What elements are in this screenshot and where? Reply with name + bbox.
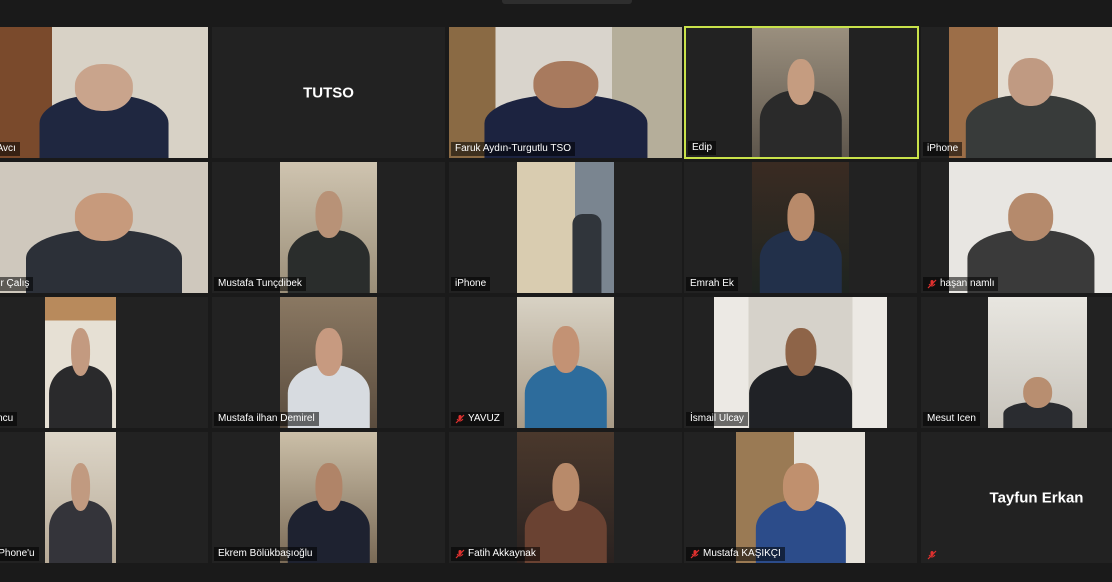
participant-name: iPhone [455,278,487,289]
participant-tile[interactable]: Mustafa KAŞIKÇI [684,432,917,563]
participant-video [752,162,849,293]
participant-video [988,297,1087,428]
participant-tile[interactable]: Mesut Icen [921,297,1112,428]
participant-video [714,297,887,428]
participant-name-label: amer Çalış [0,277,34,291]
participant-name: Mustafa KAŞIKÇI [703,548,781,559]
participant-name: Faruk Aydın-Turgutlu TSO [455,143,571,154]
participant-tile[interactable]: amer Çalış [0,162,208,293]
participant-tile[interactable]: Tayfun Erkan [921,432,1112,563]
participant-video [280,297,377,428]
participant-name: oyuncu [0,413,14,424]
participant-name-label: Mustafa ilhan Demirel [214,412,319,426]
participant-video [752,28,849,157]
participant-name: iPhone [927,143,959,154]
participant-tile[interactable]: Mustafa Tunçdibek [212,162,445,293]
participant-video [517,432,614,563]
participant-tile[interactable]: Fatih Akkaynak [449,432,682,563]
muted-mic-icon [927,279,937,289]
participant-video [0,27,208,158]
participant-name-label: haşan namlı [923,277,999,291]
participant-tile[interactable]: haşan namlı [921,162,1112,293]
participant-tile[interactable]: Faruk Aydın-Turgutlu TSO [449,27,682,158]
participant-name-label: Mesut Icen [923,412,980,426]
participant-name: Mustafa ilhan Demirel [218,413,315,424]
participant-tile[interactable]: Ekrem Bölükbaşıoğlu [212,432,445,563]
participant-video [449,27,682,158]
participant-name: Ekrem Bölükbaşıoğlu [218,548,313,559]
participant-tile[interactable]: zat Avcı [0,27,208,158]
participant-name: Emrah Ek [690,278,734,289]
participant-name-label: Mustafa Tunçdibek [214,277,306,291]
participant-video [517,297,614,428]
participant-name-label [923,549,941,561]
participant-name: amer Çalış [0,278,30,289]
participant-name: Edip [692,142,713,153]
muted-mic-icon [690,549,700,559]
participant-tile[interactable]: Emrah Ek [684,162,917,293]
participant-video [949,162,1112,293]
participant-name: İsmail Ulcay [690,413,744,424]
participant-name-placeholder: TUTSO [303,84,354,101]
participant-tile[interactable]: İsmail Ulcay [684,297,917,428]
participant-name-label: İsmail Ulcay [686,412,748,426]
participant-video [280,432,377,563]
participant-name: Mesut Icen [927,413,976,424]
top-drag-bar[interactable] [502,0,632,4]
participant-video [949,27,1112,158]
participant-tile[interactable]: iPhone [921,27,1112,158]
participant-tile[interactable]: oyuncu [0,297,208,428]
participant-tile[interactable]: TUTSO [212,27,445,158]
participant-name: Fatih Akkaynak [468,548,536,559]
participant-name-label: Edip [688,141,717,155]
participant-name: zat Avcı [0,143,16,154]
participant-video [0,162,208,293]
participant-video [280,162,377,293]
participant-tile[interactable]: YAVUZ [449,297,682,428]
participant-name-label: YAVUZ [451,412,504,426]
muted-mic-icon [455,414,465,424]
participant-name-placeholder: Tayfun Erkan [989,489,1084,506]
participant-tile[interactable]: Mustafa ilhan Demirel [212,297,445,428]
participant-name-label: Ekrem Bölükbaşıoğlu [214,547,317,561]
participant-name-label: oyuncu [0,412,18,426]
participant-video [45,297,116,428]
participant-name: Mustafa Tunçdibek [218,278,302,289]
participant-video [45,432,116,563]
participant-name-label: Mustafa KAŞIKÇI [686,547,785,561]
participant-tile[interactable]: Pa iPhone'u [0,432,208,563]
participant-video [517,162,614,293]
participant-name-label: Emrah Ek [686,277,738,291]
participant-name: haşan namlı [940,278,995,289]
muted-mic-icon [927,550,937,560]
muted-mic-icon [455,549,465,559]
participant-tile-active-speaker[interactable]: Edip [684,26,919,159]
gallery-grid: zat Avcı TUTSO Faruk Aydın-Turgutlu TSO … [0,26,1112,567]
participant-name-label: Fatih Akkaynak [451,547,540,561]
participant-name-label: zat Avcı [0,142,20,156]
participant-video [736,432,865,563]
participant-name-label: iPhone [451,277,491,291]
participant-name-label: Pa iPhone'u [0,547,39,561]
participant-name: Pa iPhone'u [0,548,35,559]
participant-name-label: iPhone [923,142,963,156]
participant-name: YAVUZ [468,413,500,424]
participant-tile[interactable]: iPhone [449,162,682,293]
participant-name-label: Faruk Aydın-Turgutlu TSO [451,142,575,156]
